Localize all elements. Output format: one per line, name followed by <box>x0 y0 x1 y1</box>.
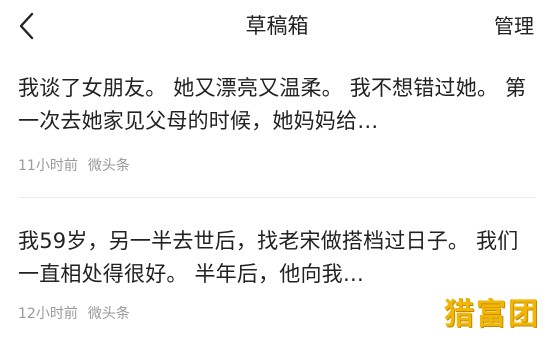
divider <box>18 197 536 198</box>
back-button[interactable] <box>12 9 46 43</box>
draft-time: 11小时前 <box>18 158 78 174</box>
draft-text: 我59岁，另一半去世后，找老宋做搭档过日子。 我们一直相处得很好。 半年后，他向… <box>18 229 519 286</box>
draft-source: 微头条 <box>87 306 130 322</box>
page-title: 草稿箱 <box>245 14 309 38</box>
top-navigation-bar: 草稿箱 管理 <box>0 0 554 52</box>
draft-time: 12小时前 <box>18 306 78 322</box>
draft-meta: 11小时前 微头条 <box>18 155 130 175</box>
draft-meta: 12小时前 微头条 <box>18 303 130 323</box>
draft-item[interactable]: 我谈了女朋友。 她又漂亮又温柔。 我不想错过她。 第一次去她家见父母的时候，她妈… <box>0 52 554 202</box>
back-arrow-icon <box>19 12 34 40</box>
draft-source: 微头条 <box>87 158 130 174</box>
manage-button[interactable]: 管理 <box>494 10 534 39</box>
watermark-logo: 猎富团 <box>444 297 540 332</box>
draft-text: 我谈了女朋友。 她又漂亮又温柔。 我不想错过她。 第一次去她家见父母的时候，她妈… <box>18 76 527 133</box>
